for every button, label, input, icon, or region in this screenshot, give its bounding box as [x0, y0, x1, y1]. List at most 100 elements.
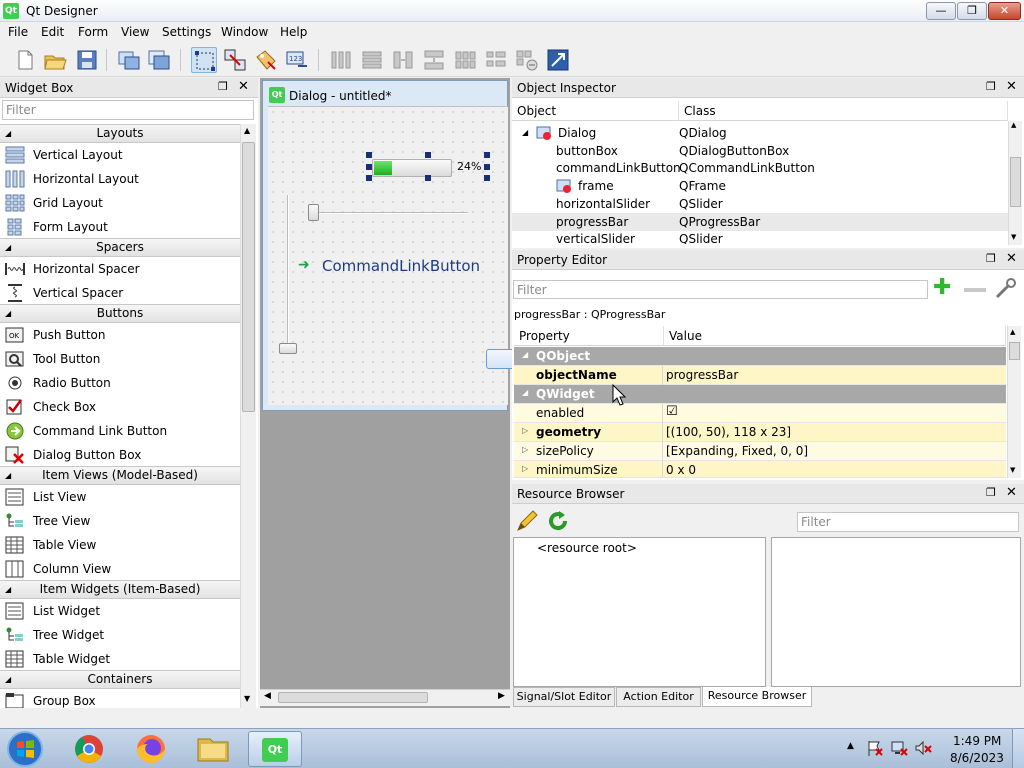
add-property-icon[interactable]: ✚ — [933, 277, 951, 299]
chrome-icon[interactable] — [62, 731, 116, 767]
qt-designer-taskbar-button[interactable]: Qt — [248, 731, 302, 767]
remove-property-icon[interactable] — [964, 288, 986, 292]
scrollbar-thumb[interactable] — [1010, 157, 1021, 207]
clock-date[interactable]: 8/6/2023 — [950, 751, 1004, 765]
property-group-qobject[interactable]: ◢ QObject — [514, 347, 1006, 366]
tree-row[interactable]: commandLinkButton QCommandLinkButton — [512, 159, 1008, 177]
scroll-up-icon[interactable]: ▲ — [1011, 121, 1016, 129]
close-icon[interactable]: ✕ — [1006, 251, 1017, 266]
column-header-object[interactable]: Object — [512, 101, 679, 121]
tree-row[interactable]: frame QFrame — [512, 177, 1008, 195]
property-filter-input[interactable]: Filter — [513, 280, 928, 299]
windows-start-icon[interactable] — [6, 730, 44, 768]
edit-resources-pencil-icon[interactable] — [515, 509, 541, 533]
file-explorer-icon[interactable] — [186, 731, 240, 767]
mdi-horizontal-scrollbar[interactable]: ◀ ▶ — [260, 689, 510, 706]
scroll-down-icon[interactable]: ▼ — [244, 694, 250, 703]
resource-filter-input[interactable]: Filter — [797, 512, 1019, 532]
selection-handle[interactable] — [366, 175, 372, 181]
edit-widgets-icon[interactable] — [116, 47, 142, 73]
signal-slot-mode-icon[interactable] — [222, 47, 248, 73]
buddy-mode-icon[interactable] — [253, 47, 279, 73]
menu-window[interactable]: Window — [221, 25, 268, 39]
resource-tree[interactable] — [513, 537, 766, 687]
widget-editing-mode-icon[interactable] — [191, 47, 217, 73]
tree-row-selected[interactable]: progressBar QProgressBar — [512, 213, 1008, 231]
tab-resource-browser[interactable]: Resource Browser — [702, 687, 812, 707]
widget-check-box[interactable]: Check Box — [0, 395, 240, 419]
widget-list-view[interactable]: List View — [0, 485, 240, 509]
volume-muted-icon[interactable] — [914, 739, 932, 757]
scroll-down-icon[interactable]: ▼ — [1011, 233, 1016, 241]
layout-grid-icon[interactable] — [452, 47, 478, 73]
adjust-size-icon[interactable] — [545, 47, 571, 73]
category-spacers[interactable]: ◢ Spacers — [0, 238, 240, 257]
menu-help[interactable]: Help — [280, 25, 307, 39]
resource-file-list[interactable] — [771, 537, 1021, 687]
tab-order-mode-icon[interactable]: 123 — [284, 47, 310, 73]
float-icon[interactable]: ❐ — [986, 80, 996, 93]
widget-tool-button[interactable]: Tool Button — [0, 347, 240, 371]
widget-vertical-layout[interactable]: Vertical Layout — [0, 143, 240, 167]
category-item-views[interactable]: ◢ Item Views (Model-Based) — [0, 466, 240, 485]
category-buttons[interactable]: ◢ Buttons — [0, 304, 240, 323]
close-icon[interactable]: ✕ — [238, 79, 249, 94]
scrollbar-thumb[interactable] — [242, 142, 255, 412]
selection-handle[interactable] — [366, 164, 372, 170]
configure-wrench-icon[interactable] — [993, 277, 1019, 301]
layout-horizontal-icon[interactable] — [328, 47, 354, 73]
scroll-up-icon[interactable]: ▲ — [244, 126, 250, 135]
form-vertical-slider-handle[interactable] — [279, 343, 297, 354]
show-hidden-icons-icon[interactable]: ▲ — [847, 741, 854, 751]
layout-form-icon[interactable] — [483, 47, 509, 73]
layout-vertical-icon[interactable] — [359, 47, 385, 73]
form-canvas[interactable]: 24% ➜ CommandLinkButton — [268, 106, 516, 405]
menu-form[interactable]: Form — [78, 25, 108, 39]
property-editor-scrollbar[interactable]: ▲ ▼ — [1007, 326, 1021, 478]
widget-table-view[interactable]: Table View — [0, 533, 240, 557]
tab-action-editor[interactable]: Action Editor — [616, 687, 701, 707]
widget-command-link-button[interactable]: Command Link Button — [0, 419, 240, 443]
scroll-left-icon[interactable]: ◀ — [264, 691, 271, 701]
selection-handle[interactable] — [484, 152, 490, 158]
close-icon[interactable]: ✕ — [1006, 79, 1017, 94]
property-group-qwidget[interactable]: ◢ QWidget — [514, 385, 1006, 404]
float-icon[interactable]: ❐ — [986, 486, 996, 499]
form-horizontal-slider-handle[interactable] — [308, 204, 319, 221]
close-button[interactable]: ✕ — [988, 2, 1021, 20]
property-row-objectname[interactable]: objectName progressBar — [514, 366, 1006, 385]
scroll-up-icon[interactable]: ▲ — [1010, 328, 1015, 336]
selection-handle[interactable] — [484, 175, 490, 181]
widget-form-layout[interactable]: Form Layout — [0, 215, 240, 239]
selection-handle[interactable] — [425, 175, 431, 181]
tree-row[interactable]: horizontalSlider QSlider — [512, 195, 1008, 213]
save-icon[interactable] — [74, 47, 100, 73]
close-icon[interactable]: ✕ — [1006, 485, 1017, 500]
widget-radio-button[interactable]: Radio Button — [0, 371, 240, 395]
new-file-icon[interactable] — [12, 47, 38, 73]
widget-vertical-spacer[interactable]: Vertical Spacer — [0, 281, 240, 305]
widget-push-button[interactable]: OK Push Button — [0, 323, 240, 347]
property-row-minimumsize[interactable]: ▷ minimumSize 0 x 0 — [514, 461, 1006, 478]
tree-row[interactable]: buttonBox QDialogButtonBox — [512, 142, 1008, 160]
scroll-right-icon[interactable]: ▶ — [498, 691, 505, 701]
layout-vertical-splitter-icon[interactable] — [421, 47, 447, 73]
enabled-checkbox[interactable]: ☑ — [666, 404, 678, 419]
widget-list-widget[interactable]: List Widget — [0, 599, 240, 623]
scroll-down-icon[interactable]: ▼ — [1010, 466, 1015, 474]
scrollbar-thumb[interactable] — [278, 692, 428, 703]
collapse-arrow-icon[interactable]: ◢ — [522, 128, 528, 137]
widget-table-widget[interactable]: Table Widget — [0, 647, 240, 671]
category-containers[interactable]: ◢ Containers — [0, 670, 240, 689]
menu-settings[interactable]: Settings — [162, 25, 211, 39]
form-command-link-button[interactable]: CommandLinkButton — [322, 257, 480, 275]
column-header-value[interactable]: Value — [664, 326, 1006, 346]
reload-icon[interactable] — [546, 509, 570, 533]
category-layouts[interactable]: ◢ Layouts — [0, 124, 240, 143]
break-layout-icon[interactable] — [514, 47, 540, 73]
selection-handle[interactable] — [425, 152, 431, 158]
widget-box-filter-input[interactable]: Filter — [2, 100, 254, 120]
menu-edit[interactable]: Edit — [41, 25, 64, 39]
widget-dialog-button-box[interactable]: Dialog Button Box — [0, 443, 240, 467]
clock-time[interactable]: 1:49 PM — [953, 734, 1001, 748]
